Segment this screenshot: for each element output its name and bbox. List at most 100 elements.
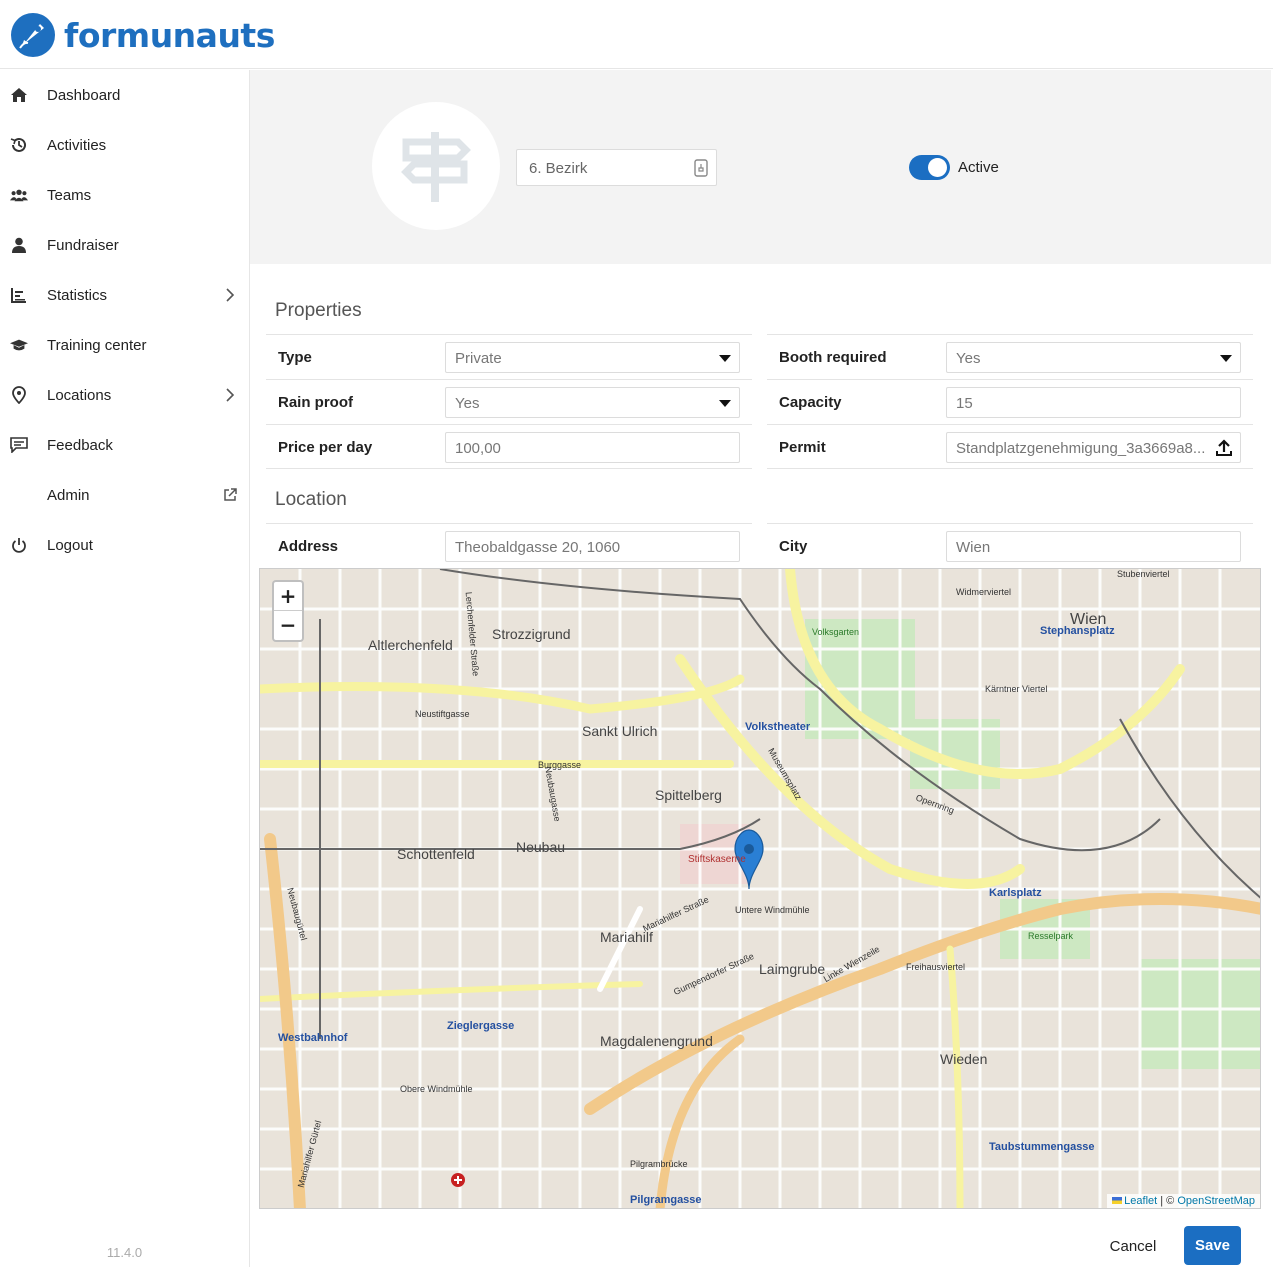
map-label: Westbahnhof (278, 1032, 348, 1044)
map-attribution: Leaflet | © OpenStreetMap (1107, 1194, 1260, 1208)
signpost-icon (401, 132, 471, 202)
osm-link[interactable]: OpenStreetMap (1177, 1195, 1255, 1207)
zoom-out-button[interactable]: − (274, 611, 302, 640)
graduation-cap-icon (10, 336, 28, 354)
external-link-icon (224, 488, 237, 501)
address-input[interactable]: Theobaldgasse 20, 1060 (445, 531, 740, 562)
type-row: Type Private (266, 334, 752, 379)
sidebar-item-logout[interactable]: Logout (0, 520, 249, 570)
map-label: Wieden (940, 1051, 988, 1067)
type-value: Private (455, 350, 502, 367)
rain-row: Rain proof Yes (266, 379, 752, 424)
price-value: 100,00 (455, 440, 501, 457)
map-tiles (260, 569, 1260, 1208)
leaflet-link[interactable]: Leaflet (1124, 1195, 1157, 1207)
type-label: Type (278, 349, 312, 366)
permit-label: Permit (779, 439, 826, 456)
map-label: Kärntner Viertel (985, 684, 1048, 694)
chart-icon (10, 286, 28, 304)
map-label: Pilgramgasse (630, 1194, 702, 1206)
map-label: Magdalenengrund (600, 1033, 713, 1049)
active-label: Active (958, 159, 999, 176)
booth-select[interactable]: Yes (946, 342, 1241, 373)
capacity-label: Capacity (779, 394, 842, 411)
sidebar-item-label: Training center (47, 336, 147, 354)
zoom-in-button[interactable]: + (274, 582, 302, 611)
booth-row: Booth required Yes (767, 334, 1253, 379)
price-label: Price per day (278, 439, 373, 456)
map-label: Stubenviertel (1117, 569, 1170, 579)
dropdown-caret-icon (1220, 355, 1232, 362)
map-label: Freihausviertel (906, 962, 966, 972)
sidebar-item-teams[interactable]: Teams (0, 170, 249, 220)
sidebar-item-statistics[interactable]: Statistics (0, 270, 249, 320)
sidebar-item-feedback[interactable]: Feedback (0, 420, 249, 470)
history-icon (10, 136, 28, 154)
rain-select[interactable]: Yes (445, 387, 740, 418)
price-input[interactable]: 100,00 (445, 432, 740, 463)
city-row: City Wien (767, 523, 1253, 568)
type-select[interactable]: Private (445, 342, 740, 373)
attribution-separator: | © (1157, 1195, 1178, 1207)
location-name-field[interactable]: 6. Bezirk (516, 149, 717, 186)
booth-value: Yes (956, 350, 981, 367)
app-version: 11.4.0 (106, 1245, 143, 1260)
ukraine-flag-icon (1112, 1197, 1123, 1204)
toggle-knob (928, 158, 947, 177)
booth-label: Booth required (779, 349, 887, 366)
map-label: Neubau (516, 839, 566, 855)
sidebar-item-activities[interactable]: Activities (0, 120, 249, 170)
sidebar-item-locations[interactable]: Locations (0, 370, 249, 420)
dropdown-caret-icon (719, 355, 731, 362)
map-label: Volksgarten (812, 627, 860, 637)
field-options-icon (694, 159, 708, 177)
map-label: Schottenfeld (397, 846, 475, 862)
capacity-value: 15 (956, 395, 973, 412)
upload-icon[interactable] (1216, 439, 1232, 457)
rain-value: Yes (455, 395, 480, 412)
location-map[interactable]: Altlerchenfeld Strozzigrund Sankt Ulrich… (259, 568, 1261, 1209)
address-value: Theobaldgasse 20, 1060 (455, 539, 621, 556)
sidebar-item-label: Fundraiser (47, 236, 119, 254)
chevron-right-icon (226, 388, 235, 402)
sidebar-item-fundraiser[interactable]: Fundraiser (0, 220, 249, 270)
home-icon (10, 86, 28, 104)
capacity-input[interactable]: 15 (946, 387, 1241, 418)
location-name-value: 6. Bezirk (529, 160, 588, 177)
location-avatar[interactable] (372, 102, 500, 230)
chevron-right-icon (226, 288, 235, 302)
save-button[interactable]: Save (1184, 1226, 1241, 1265)
map-label: Laimgrube (759, 961, 826, 977)
location-header-panel: 6. Bezirk Active (250, 70, 1271, 264)
map-label: Pilgrambrücke (630, 1159, 688, 1169)
sidebar-item-dashboard[interactable]: Dashboard (0, 70, 249, 120)
city-input[interactable]: Wien (946, 531, 1241, 562)
map-label: Resselpark (1028, 931, 1074, 941)
app-root: formunauts Dashboard Activities Teams Fu… (0, 0, 1273, 1267)
price-row: Price per day 100,00 (266, 424, 752, 469)
rain-label: Rain proof (278, 394, 353, 411)
address-row: Address Theobaldgasse 20, 1060 (266, 523, 752, 568)
map-pin-icon (10, 386, 28, 404)
map-label: Stiftskaserne (688, 854, 746, 865)
sidebar-item-label: Feedback (47, 436, 113, 454)
sidebar-item-label: Locations (47, 386, 112, 404)
active-toggle[interactable] (909, 155, 950, 180)
sidebar-item-admin[interactable]: Admin (0, 470, 249, 520)
cancel-button[interactable]: Cancel (1098, 1231, 1168, 1261)
sidebar-nav: Dashboard Activities Teams Fundraiser St… (0, 70, 250, 1267)
map-label: Widmerviertel (956, 587, 1012, 597)
power-icon (10, 536, 28, 554)
location-title: Location (275, 489, 347, 510)
map-label: Stephansplatz (1040, 625, 1115, 637)
permit-file-field[interactable]: Standplatzgenehmigung_3a3669a8... (946, 432, 1241, 463)
sidebar-item-training-center[interactable]: Training center (0, 320, 249, 370)
sidebar-item-label: Logout (47, 536, 93, 554)
map-zoom-control: + − (272, 580, 304, 642)
map-label: Strozzigrund (492, 626, 571, 642)
permit-row: Permit Standplatzgenehmigung_3a3669a8... (767, 424, 1253, 469)
rocket-logo-icon (11, 13, 55, 57)
map-label: Obere Windmühle (400, 1084, 473, 1094)
properties-title: Properties (275, 300, 362, 321)
brand-logo[interactable]: formunauts (10, 12, 275, 58)
